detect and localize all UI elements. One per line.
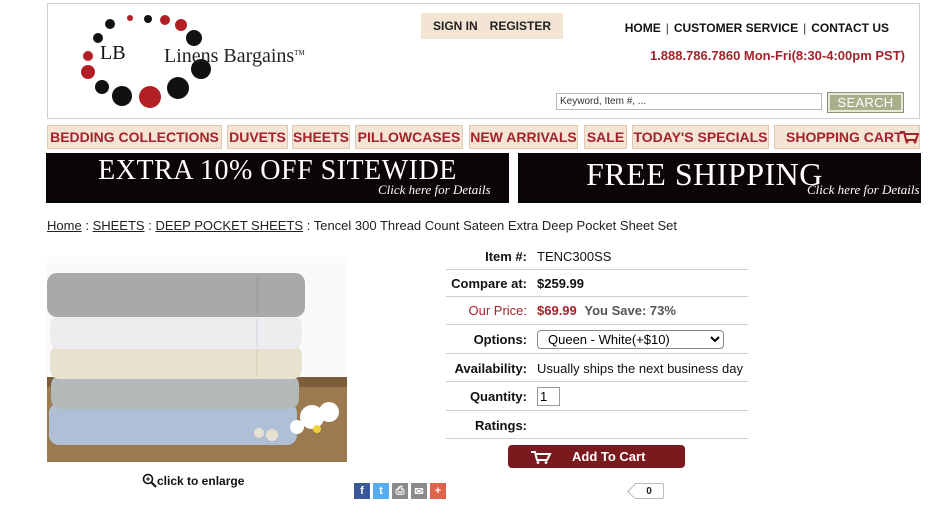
- quantity-row: Quantity:: [446, 382, 748, 411]
- item-number-row: Item #: TENC300SS: [446, 243, 748, 270]
- like-count-bubble: 0: [634, 483, 664, 499]
- our-price-value: $69.99: [537, 303, 577, 318]
- breadcrumb-sheets[interactable]: SHEETS: [93, 218, 145, 233]
- site-header: LB Linens BargainsTM SIGN IN REGISTER HO…: [47, 3, 920, 119]
- cart-icon: [531, 450, 552, 464]
- add-to-cart-button[interactable]: Add To Cart: [508, 445, 685, 468]
- auth-links: SIGN IN REGISTER: [421, 13, 564, 39]
- logo-wordmark: Linens BargainsTM: [164, 45, 305, 67]
- options-label: Options:: [473, 332, 527, 347]
- availability-label: Availability:: [454, 361, 527, 376]
- quantity-label: Quantity:: [469, 389, 527, 404]
- breadcrumb-home[interactable]: Home: [47, 218, 82, 233]
- logo-initials: LB: [100, 42, 126, 64]
- print-icon[interactable]: ⎙: [392, 483, 408, 499]
- nav-new-arrivals[interactable]: NEW ARRIVALS: [469, 125, 578, 149]
- ratings-row: Ratings:: [446, 411, 748, 439]
- search-button[interactable]: SEARCH: [827, 92, 904, 113]
- options-select[interactable]: Queen - White(+$10): [537, 330, 724, 349]
- our-price-label: Our Price:: [468, 303, 527, 318]
- customer-service-link[interactable]: CUSTOMER SERVICE: [674, 21, 798, 35]
- sitewide-discount-banner[interactable]: EXTRA 10% OFF SITEWIDE Click here for De…: [46, 153, 509, 203]
- item-number-label: Item #:: [485, 249, 527, 264]
- compare-at-label: Compare at:: [451, 276, 527, 291]
- banner-discount-details: Click here for Details: [378, 182, 491, 197]
- click-to-enlarge[interactable]: click to enlarge: [142, 473, 244, 488]
- cart-icon: [899, 131, 919, 144]
- breadcrumb-current: Tencel 300 Thread Count Sateen Extra Dee…: [313, 218, 677, 233]
- you-save-value: You Save: 73%: [584, 303, 676, 318]
- quantity-input[interactable]: [537, 387, 560, 406]
- site-logo[interactable]: LB Linens BargainsTM: [68, 8, 308, 112]
- search-input[interactable]: [556, 93, 822, 110]
- compare-at-value: $259.99: [537, 276, 584, 291]
- email-icon[interactable]: ✉: [411, 483, 427, 499]
- item-number-value: TENC300SS: [537, 249, 612, 264]
- product-image[interactable]: [47, 257, 347, 462]
- home-link[interactable]: HOME: [625, 21, 661, 35]
- free-shipping-banner[interactable]: FREE SHIPPING Click here for Details: [518, 153, 921, 203]
- banner-shipping-details: Click here for Details: [807, 182, 920, 197]
- main-nav: BEDDING COLLECTIONS DUVETS SHEETS PILLOW…: [47, 125, 920, 149]
- nav-sheets[interactable]: SHEETS: [292, 125, 350, 149]
- nav-sale[interactable]: SALE: [584, 125, 627, 149]
- compare-at-row: Compare at: $259.99: [446, 270, 748, 297]
- nav-bedding-collections[interactable]: BEDDING COLLECTIONS: [47, 125, 222, 149]
- our-price-row: Our Price: $69.99 You Save: 73%: [446, 297, 748, 325]
- nav-duvets[interactable]: DUVETS: [227, 125, 288, 149]
- sign-in-link[interactable]: SIGN IN: [433, 19, 478, 33]
- phone-number: 1.888.786.7860 Mon-Fri(8:30-4:00pm PST): [649, 48, 905, 63]
- nav-shopping-cart-label: SHOPPING CART: [786, 129, 903, 145]
- more-icon[interactable]: +: [430, 483, 446, 499]
- top-links: HOME | CUSTOMER SERVICE | CONTACT US: [624, 21, 889, 35]
- breadcrumb: Home : SHEETS : DEEP POCKET SHEETS : Ten…: [47, 218, 677, 233]
- breadcrumb-deep-pocket-sheets[interactable]: DEEP POCKET SHEETS: [155, 218, 303, 233]
- twitter-icon[interactable]: t: [373, 483, 389, 499]
- availability-row: Availability: Usually ships the next bus…: [446, 354, 748, 382]
- share-buttons: f t ⎙ ✉ +: [354, 483, 446, 499]
- availability-value: Usually ships the next business day: [537, 361, 743, 376]
- product-details-table: Item #: TENC300SS Compare at: $259.99 Ou…: [446, 243, 748, 439]
- ratings-label: Ratings:: [475, 418, 527, 433]
- register-link[interactable]: REGISTER: [490, 19, 551, 33]
- sheet-stack-image: [47, 273, 347, 462]
- nav-shopping-cart[interactable]: SHOPPING CART: [774, 125, 920, 149]
- contact-us-link[interactable]: CONTACT US: [811, 21, 889, 35]
- options-row: Options: Queen - White(+$10): [446, 325, 748, 354]
- nav-pillowcases[interactable]: PILLOWCASES: [355, 125, 463, 149]
- magnifier-icon: [142, 473, 157, 488]
- facebook-icon[interactable]: f: [354, 483, 370, 499]
- nav-todays-specials[interactable]: TODAY'S SPECIALS: [632, 125, 769, 149]
